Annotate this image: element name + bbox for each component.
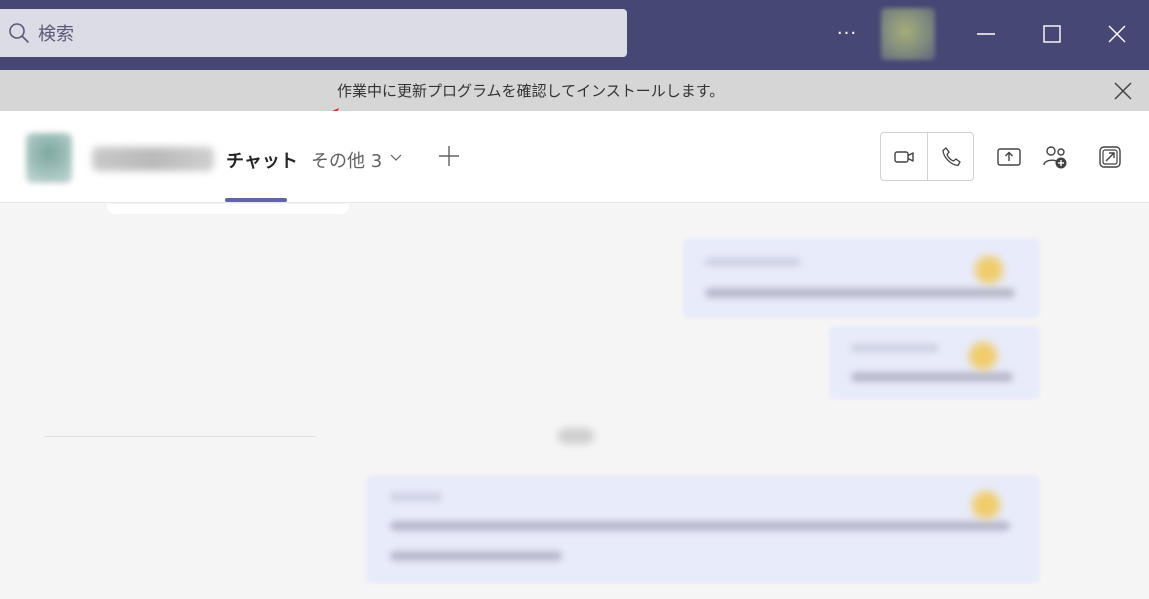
plus-icon[interactable]: [437, 144, 461, 168]
audio-call-icon: [941, 146, 961, 166]
search-placeholder: 検索: [38, 24, 74, 45]
message-meta: [851, 344, 939, 352]
update-notification-bar: 作業中に更新プログラムを確認してインストールします。: [0, 70, 1149, 111]
notification-message: 作業中に更新プログラムを確認してインストールします。: [337, 82, 725, 100]
message-bubble[interactable]: [829, 326, 1040, 399]
user-avatar[interactable]: [881, 8, 935, 60]
audio-call-button[interactable]: [927, 133, 973, 180]
reaction-emoji: [969, 342, 997, 370]
message-meta: [390, 493, 442, 501]
video-call-button[interactable]: [881, 133, 927, 180]
date-separator: [558, 428, 594, 444]
notification-close-icon[interactable]: [1110, 78, 1136, 104]
message-meta: [705, 258, 801, 266]
tab-chat[interactable]: チャット: [226, 147, 298, 173]
maximize-icon[interactable]: [1036, 18, 1068, 50]
divider: [44, 436, 316, 437]
message-text: [705, 288, 1015, 298]
minimize-icon[interactable]: [970, 18, 1002, 50]
contact-name: [92, 147, 214, 171]
search-box[interactable]: 検索: [0, 9, 627, 57]
message-text: [390, 521, 1010, 531]
chevron-down-icon[interactable]: [389, 151, 403, 165]
active-tab-indicator: [225, 198, 287, 202]
message-bubble[interactable]: [366, 475, 1040, 583]
add-people-icon[interactable]: [1041, 143, 1069, 171]
screen-share-icon[interactable]: [995, 143, 1023, 171]
message-text: [390, 551, 562, 561]
popout-icon[interactable]: [1096, 143, 1124, 171]
message-text: [851, 372, 1013, 382]
message-card-edge: [107, 204, 349, 214]
chat-message-area[interactable]: [0, 204, 1149, 599]
reaction-emoji: [972, 491, 1000, 519]
title-bar: 検索 ···: [0, 0, 1149, 70]
message-bubble[interactable]: [683, 238, 1040, 318]
search-icon: [9, 23, 29, 43]
close-icon[interactable]: [1101, 18, 1133, 50]
video-call-icon: [894, 150, 914, 163]
contact-avatar[interactable]: [26, 133, 72, 183]
reaction-emoji: [975, 256, 1003, 284]
tab-more[interactable]: その他 3: [311, 147, 382, 173]
call-button-group: [880, 132, 974, 181]
chat-header: チャット その他 3: [0, 111, 1149, 203]
more-options-button[interactable]: ···: [833, 20, 861, 48]
